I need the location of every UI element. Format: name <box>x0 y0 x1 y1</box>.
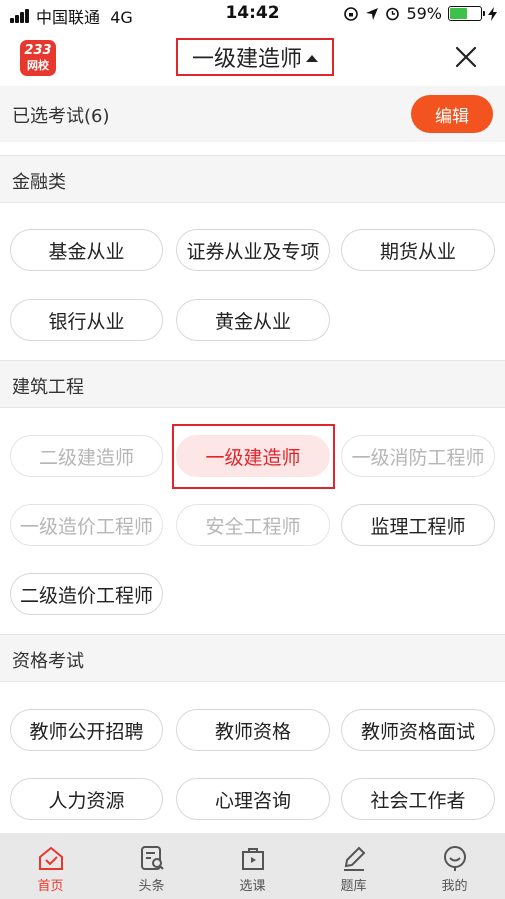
edit-button[interactable]: 编辑 <box>411 95 493 133</box>
section-header-qualification: 资格考试 <box>0 634 505 682</box>
section-title: 建筑工程 <box>12 377 84 398</box>
exam-chip[interactable]: 银行从业 <box>10 299 163 341</box>
exam-chip[interactable]: 教师资格 <box>176 709 330 751</box>
exam-chip[interactable]: 社会工作者 <box>341 778 495 820</box>
selected-count-label: 已选考试(6) <box>12 106 110 127</box>
tab-headlines[interactable]: 头条 <box>101 833 202 899</box>
tab-label: 我的 <box>441 879 468 894</box>
battery-icon <box>448 6 485 21</box>
exam-title-dropdown[interactable]: 一级建造师 <box>176 38 334 76</box>
alarm-icon <box>386 7 400 21</box>
tab-label: 头条 <box>138 879 165 894</box>
close-icon[interactable] <box>453 44 479 70</box>
app-logo: 233 网校 <box>20 40 56 76</box>
app-header: 233 网校 一级建造师 <box>0 30 505 86</box>
battery-percent: 59% <box>406 4 442 23</box>
news-search-icon <box>140 846 164 870</box>
profile-icon <box>443 846 466 871</box>
tab-label: 选课 <box>239 879 266 894</box>
exam-chip[interactable]: 期货从业 <box>341 229 495 271</box>
exam-chip[interactable]: 二级造价工程师 <box>10 573 163 615</box>
exam-chip[interactable]: 证券从业及专项 <box>176 229 330 271</box>
home-icon <box>38 846 63 870</box>
tab-label: 首页 <box>37 879 64 894</box>
section-header-construction: 建筑工程 <box>0 360 505 408</box>
exam-chip[interactable]: 教师资格面试 <box>341 709 495 751</box>
exam-chip[interactable]: 黄金从业 <box>176 299 330 341</box>
exam-chip[interactable]: 基金从业 <box>10 229 163 271</box>
exam-chip-disabled[interactable]: 一级消防工程师 <box>341 435 495 477</box>
tab-home[interactable]: 首页 <box>0 833 101 899</box>
exam-chip[interactable]: 人力资源 <box>10 778 163 820</box>
exam-chip[interactable]: 教师公开招聘 <box>10 709 163 751</box>
section-title: 金融类 <box>12 172 66 193</box>
tab-courses[interactable]: 选课 <box>202 833 303 899</box>
tab-question-bank[interactable]: 题库 <box>303 833 404 899</box>
tab-profile[interactable]: 我的 <box>404 833 505 899</box>
page-title: 一级建造师 <box>191 47 302 72</box>
tab-label: 题库 <box>340 879 367 894</box>
section-title: 资格考试 <box>12 651 84 672</box>
location-icon <box>366 7 379 20</box>
exam-chip-disabled[interactable]: 一级造价工程师 <box>10 504 163 546</box>
highlight-box <box>172 424 335 489</box>
course-bag-icon <box>241 848 264 870</box>
pencil-icon <box>343 846 365 871</box>
section-header-finance: 金融类 <box>0 155 505 203</box>
exam-chip[interactable]: 心理咨询 <box>176 778 330 820</box>
exam-chip-disabled[interactable]: 安全工程师 <box>176 504 330 546</box>
bottom-tab-bar: 首页 头条 选课 题库 我的 <box>0 833 505 899</box>
status-bar: 中国联通 4G 14:42 59% <box>0 0 505 30</box>
exam-chip-disabled[interactable]: 二级建造师 <box>10 435 163 477</box>
charging-icon <box>488 6 497 21</box>
selected-exams-bar: 已选考试(6) 编辑 <box>0 86 505 142</box>
rotation-lock-icon <box>344 6 359 21</box>
exam-chip[interactable]: 监理工程师 <box>341 504 495 546</box>
caret-up-icon <box>306 54 318 62</box>
